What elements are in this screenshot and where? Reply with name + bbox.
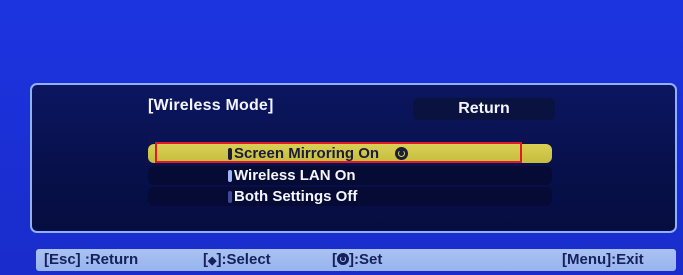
selection-bar-icon [228,190,232,203]
help-footer: [Esc] :Return [◆]:Select []:Set [Menu]:E… [36,249,676,271]
option-wireless-lan-on[interactable]: Wireless LAN On [148,166,552,185]
enter-icon [395,147,409,160]
footer-esc-hint: [Esc] :Return [44,251,139,268]
footer-set-hint: []:Set [332,251,382,268]
option-label: Wireless LAN On [234,167,356,184]
option-screen-mirroring-on[interactable]: Screen Mirroring On [148,144,552,163]
footer-select-hint: [◆]:Select [203,251,271,268]
option-label: Screen Mirroring On [234,145,380,162]
option-label: Both Settings Off [234,188,358,205]
enter-icon [337,253,349,265]
option-both-settings-off[interactable]: Both Settings Off [148,187,552,206]
selection-bar-icon [228,169,232,182]
footer-select-label: ]:Select [216,251,271,268]
menu-title: [Wireless Mode] [148,97,274,114]
return-button[interactable]: Return [413,98,555,120]
footer-menu-exit-hint: [Menu]:Exit [562,251,644,268]
footer-set-label: ]:Set [349,251,383,268]
return-button-label: Return [458,100,510,117]
selection-bar-icon [228,147,232,160]
